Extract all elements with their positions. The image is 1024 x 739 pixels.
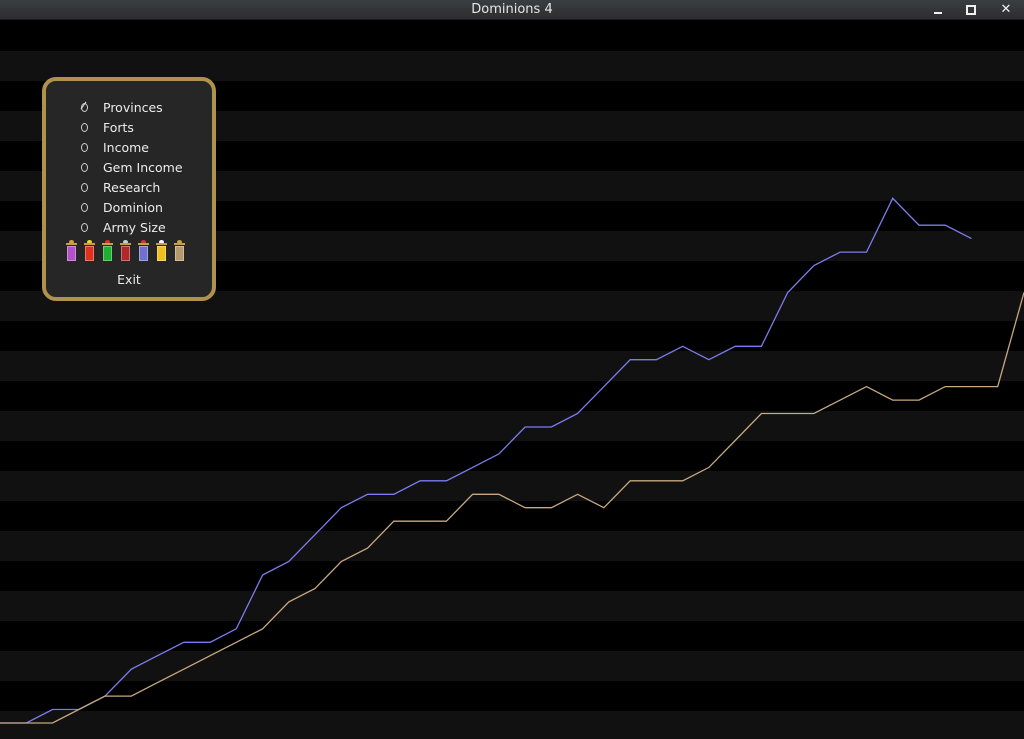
close-icon: ✕ — [1000, 2, 1012, 17]
exit-button[interactable]: Exit — [46, 272, 212, 287]
option-army-size[interactable]: Army Size — [46, 219, 212, 237]
nation-banner-icon[interactable] — [120, 240, 131, 265]
radio-icon[interactable] — [81, 223, 88, 232]
grid-stripe — [0, 651, 1024, 681]
grid-stripe — [0, 591, 1024, 621]
option-dominion[interactable]: Dominion — [46, 199, 212, 217]
option-label: Dominion — [103, 200, 163, 215]
option-label: Gem Income — [103, 160, 183, 175]
window-title: Dominions 4 — [471, 2, 553, 17]
grid-stripe — [0, 411, 1024, 441]
nation-banner-icon[interactable] — [156, 240, 167, 265]
option-forts[interactable]: Forts — [46, 119, 212, 137]
grid-stripe — [0, 531, 1024, 561]
option-research[interactable]: Research — [46, 179, 212, 197]
option-label: Provinces — [103, 100, 163, 115]
option-label: Income — [103, 140, 149, 155]
grid-stripe — [0, 711, 1024, 739]
radio-icon[interactable] — [81, 163, 88, 172]
nation-banners — [66, 240, 196, 267]
nation-banner-icon[interactable] — [66, 240, 77, 265]
nation-banner-icon[interactable] — [84, 240, 95, 265]
radio-icon[interactable] — [81, 183, 88, 192]
grid-stripe — [0, 351, 1024, 381]
radio-icon[interactable] — [81, 103, 88, 112]
maximize-icon — [966, 5, 976, 15]
close-button[interactable]: ✕ — [996, 1, 1016, 19]
nation-banner-icon[interactable] — [138, 240, 149, 265]
option-income[interactable]: Income — [46, 139, 212, 157]
nation-banner-icon[interactable] — [174, 240, 185, 265]
minimize-icon — [934, 12, 942, 14]
grid-stripe — [0, 471, 1024, 501]
radio-icon[interactable] — [81, 143, 88, 152]
option-label: Research — [103, 180, 161, 195]
option-provinces[interactable]: Provinces — [46, 99, 212, 117]
game-window: Dominions 4 ✕ Provinces Forts Income Gem In… — [0, 0, 1024, 739]
nation-banner-icon[interactable] — [102, 240, 113, 265]
radio-icon[interactable] — [81, 203, 88, 212]
option-label: Army Size — [103, 220, 166, 235]
radio-icon[interactable] — [81, 123, 88, 132]
option-label: Forts — [103, 120, 134, 135]
title-bar[interactable]: Dominions 4 ✕ — [0, 0, 1024, 20]
minimize-button[interactable] — [928, 1, 948, 19]
maximize-button[interactable] — [961, 1, 981, 19]
option-gem-income[interactable]: Gem Income — [46, 159, 212, 177]
graph-options-panel: Provinces Forts Income Gem Income Research Do… — [42, 77, 216, 301]
